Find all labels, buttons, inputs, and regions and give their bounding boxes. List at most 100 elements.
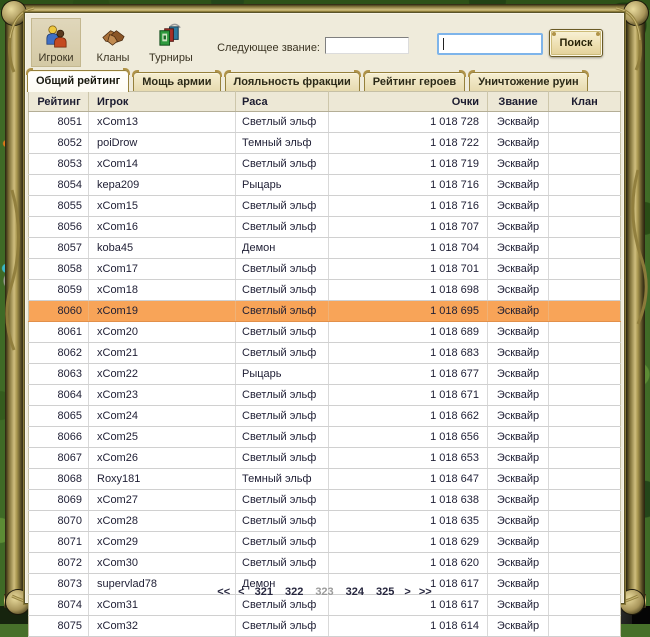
table-row[interactable]: 8059xCom18Светлый эльф1 018 698Эсквайр	[29, 280, 621, 301]
cell-clan	[549, 196, 621, 217]
cell-clan	[549, 343, 621, 364]
cell-race: Светлый эльф	[236, 616, 329, 637]
frame-edge-right	[626, 4, 645, 608]
table-row[interactable]: 8054kepa209Рыцарь1 018 716Эсквайр	[29, 175, 621, 196]
cell-race: Светлый эльф	[236, 406, 329, 427]
tournaments-icon	[157, 22, 184, 51]
cell-title: Эсквайр	[488, 301, 549, 322]
next-rank-input[interactable]	[325, 37, 409, 54]
column-header-rank: Рейтинг	[29, 92, 89, 112]
pagination-page[interactable]: 325	[376, 586, 394, 598]
cell-clan	[549, 280, 621, 301]
search-input[interactable]	[437, 33, 543, 55]
cell-rank: 8068	[29, 469, 89, 490]
table-row[interactable]: 8065xCom24Светлый эльф1 018 662Эсквайр	[29, 406, 621, 427]
pagination-nav[interactable]: <	[238, 586, 244, 598]
cell-points: 1 018 638	[329, 490, 488, 511]
table-row[interactable]: 8061xCom20Светлый эльф1 018 689Эсквайр	[29, 322, 621, 343]
cell-points: 1 018 701	[329, 259, 488, 280]
table-row[interactable]: 8057koba45Демон1 018 704Эсквайр	[29, 238, 621, 259]
cell-points: 1 018 704	[329, 238, 488, 259]
cell-clan	[549, 217, 621, 238]
table-row[interactable]: 8075xCom32Светлый эльф1 018 614Эсквайр	[29, 616, 621, 637]
table-row[interactable]: 8067xCom26Светлый эльф1 018 653Эсквайр	[29, 448, 621, 469]
toolbar-item-clans[interactable]: Кланы	[88, 18, 138, 67]
cell-clan	[549, 532, 621, 553]
pagination-page[interactable]: 322	[285, 586, 303, 598]
cell-title: Эсквайр	[488, 406, 549, 427]
cell-player: xCom16	[89, 217, 236, 238]
cell-race: Светлый эльф	[236, 301, 329, 322]
cell-title: Эсквайр	[488, 511, 549, 532]
cell-clan	[549, 427, 621, 448]
cell-points: 1 018 656	[329, 427, 488, 448]
frame-corner-ornament	[2, 1, 26, 25]
cell-points: 1 018 635	[329, 511, 488, 532]
cell-points: 1 018 698	[329, 280, 488, 301]
search-button[interactable]: Поиск	[549, 29, 603, 57]
cell-race: Светлый эльф	[236, 217, 329, 238]
tab-army-power[interactable]: Мощь армии	[133, 72, 220, 92]
tab-general-rating[interactable]: Общий рейтинг	[27, 70, 129, 92]
table-row[interactable]: 8064xCom23Светлый эльф1 018 671Эсквайр	[29, 385, 621, 406]
table-row[interactable]: 8069xCom27Светлый эльф1 018 638Эсквайр	[29, 490, 621, 511]
cell-race: Светлый эльф	[236, 322, 329, 343]
table-row[interactable]: 8072xCom30Светлый эльф1 018 620Эсквайр	[29, 553, 621, 574]
table-row[interactable]: 8062xCom21Светлый эльф1 018 683Эсквайр	[29, 343, 621, 364]
pagination-page: 323	[315, 586, 333, 598]
table-row[interactable]: 8051xCom13Светлый эльф1 018 728Эсквайр	[29, 112, 621, 133]
column-header-race: Раса	[236, 92, 329, 112]
cell-title: Эсквайр	[488, 427, 549, 448]
table-row[interactable]: 8070xCom28Светлый эльф1 018 635Эсквайр	[29, 511, 621, 532]
cell-clan	[549, 469, 621, 490]
cell-player: xCom29	[89, 532, 236, 553]
cell-race: Светлый эльф	[236, 154, 329, 175]
cell-points: 1 018 683	[329, 343, 488, 364]
table-row[interactable]: 8055xCom15Светлый эльф1 018 716Эсквайр	[29, 196, 621, 217]
cell-title: Эсквайр	[488, 196, 549, 217]
cell-rank: 8055	[29, 196, 89, 217]
rating-table: Рейтинг Игрок Раса Очки Звание Клан 8051…	[28, 91, 621, 637]
cell-clan	[549, 259, 621, 280]
table-row[interactable]: 8052poiDrowТемный эльф1 018 722Эсквайр	[29, 133, 621, 154]
pagination-nav[interactable]: >>	[419, 586, 432, 598]
pagination-nav[interactable]: <<	[217, 586, 230, 598]
toolbar: Игроки Кланы Турниры	[31, 18, 197, 67]
table-row[interactable]: 8071xCom29Светлый эльф1 018 629Эсквайр	[29, 532, 621, 553]
tab-faction-loyalty[interactable]: Лояльность фракции	[225, 72, 360, 92]
table-row[interactable]: 8053xCom14Светлый эльф1 018 719Эсквайр	[29, 154, 621, 175]
table-row[interactable]: 8068Roxy181Темный эльф1 018 647Эсквайр	[29, 469, 621, 490]
pagination-page[interactable]: 324	[346, 586, 364, 598]
cell-rank: 8057	[29, 238, 89, 259]
cell-player: xCom13	[89, 112, 236, 133]
cell-race: Светлый эльф	[236, 385, 329, 406]
cell-player: xCom15	[89, 196, 236, 217]
cell-player: xCom18	[89, 280, 236, 301]
table-row[interactable]: 8060xCom19Светлый эльф1 018 695Эсквайр	[29, 301, 621, 322]
table-row[interactable]: 8058xCom17Светлый эльф1 018 701Эсквайр	[29, 259, 621, 280]
cell-title: Эсквайр	[488, 322, 549, 343]
tab-heroes-rating[interactable]: Рейтинг героев	[364, 72, 465, 92]
frame-edge-left	[5, 4, 24, 608]
cell-rank: 8062	[29, 343, 89, 364]
cell-player: xCom23	[89, 385, 236, 406]
cell-race: Светлый эльф	[236, 427, 329, 448]
cell-clan	[549, 175, 621, 196]
cell-points: 1 018 629	[329, 532, 488, 553]
pagination-page[interactable]: 321	[255, 586, 273, 598]
toolbar-item-players[interactable]: Игроки	[31, 18, 81, 67]
table-row[interactable]: 8056xCom16Светлый эльф1 018 707Эсквайр	[29, 217, 621, 238]
cell-rank: 8066	[29, 427, 89, 448]
cell-player: xCom21	[89, 343, 236, 364]
table-row[interactable]: 8063xCom22Рыцарь1 018 677Эсквайр	[29, 364, 621, 385]
cell-points: 1 018 707	[329, 217, 488, 238]
cell-clan	[549, 322, 621, 343]
pagination-nav[interactable]: >	[404, 586, 410, 598]
cell-race: Рыцарь	[236, 175, 329, 196]
cell-player: xCom27	[89, 490, 236, 511]
table-row[interactable]: 8066xCom25Светлый эльф1 018 656Эсквайр	[29, 427, 621, 448]
cell-clan	[549, 406, 621, 427]
tab-ruins-destruction[interactable]: Уничтожение руин	[469, 72, 587, 92]
cell-rank: 8051	[29, 112, 89, 133]
table-header-row: Рейтинг Игрок Раса Очки Звание Клан	[29, 92, 621, 112]
